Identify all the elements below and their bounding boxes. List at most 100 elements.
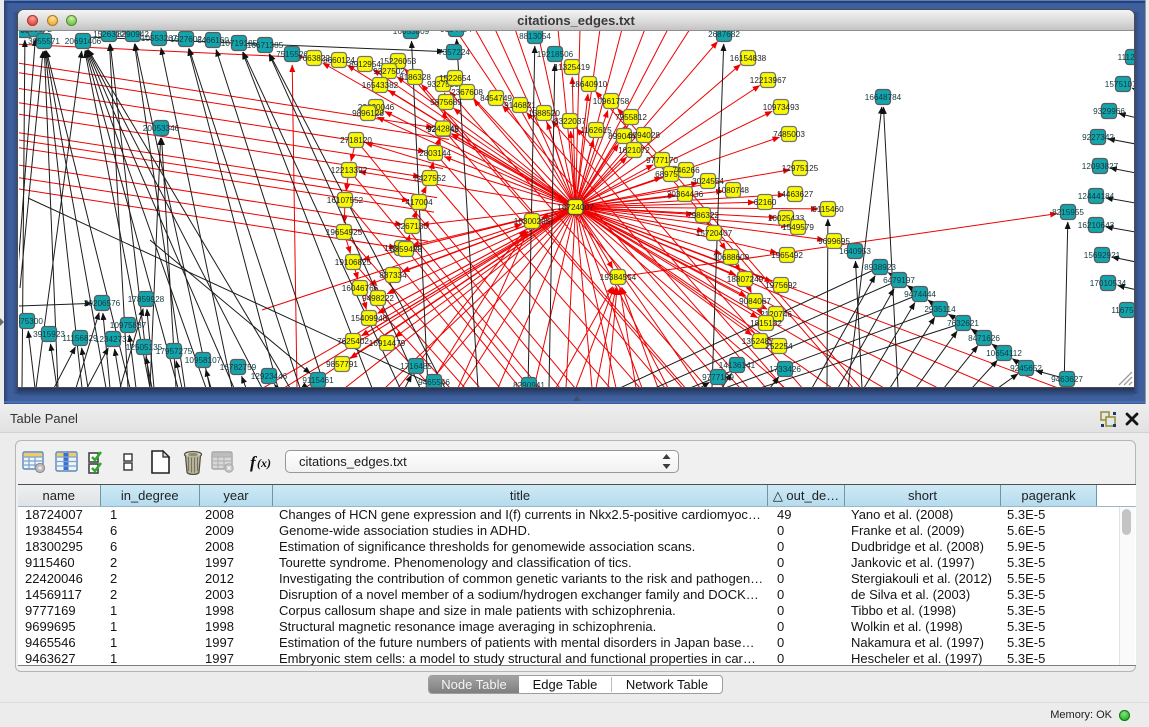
svg-text:8427552: 8427552 xyxy=(414,174,446,183)
svg-text:9896128: 9896128 xyxy=(352,109,384,118)
svg-text:19654925: 19654925 xyxy=(326,228,363,237)
svg-text:12213392: 12213392 xyxy=(331,166,368,175)
svg-text:2367608: 2367608 xyxy=(451,88,483,97)
svg-text:1675300: 1675300 xyxy=(19,317,43,326)
svg-text:9474444: 9474444 xyxy=(904,290,936,299)
svg-text:16782759: 16782759 xyxy=(220,363,257,372)
svg-text:17957275: 17957275 xyxy=(156,347,193,356)
svg-text:9463627: 9463627 xyxy=(1051,375,1083,384)
svg-text:10958107: 10958107 xyxy=(185,356,222,365)
svg-text:1112305: 1112305 xyxy=(1118,53,1134,62)
svg-text:9777170: 9777170 xyxy=(646,156,678,165)
svg-text:14463627: 14463627 xyxy=(777,190,814,199)
svg-text:18724007: 18724007 xyxy=(557,203,594,212)
svg-text:10654112: 10654112 xyxy=(986,349,1022,358)
svg-text:9329966: 9329966 xyxy=(1093,107,1125,116)
svg-text:2803144: 2803144 xyxy=(419,149,451,158)
svg-text:9857791: 9857791 xyxy=(326,360,358,369)
svg-text:7632621: 7632621 xyxy=(947,319,979,328)
svg-text:5359423: 5359423 xyxy=(390,245,422,254)
svg-text:10961758: 10961758 xyxy=(593,97,630,106)
svg-text:3055571: 3055571 xyxy=(28,37,60,46)
svg-text:9245652: 9245652 xyxy=(1010,364,1042,373)
svg-text:7625402: 7625402 xyxy=(337,337,369,346)
svg-text:18807249: 18807249 xyxy=(727,275,764,284)
svg-text:10975887: 10975887 xyxy=(110,321,147,330)
svg-text:1733426: 1733426 xyxy=(769,365,801,374)
svg-text:20206576: 20206576 xyxy=(84,299,121,308)
svg-text:20053346: 20053346 xyxy=(143,124,180,133)
svg-text:10688609: 10688609 xyxy=(713,253,750,262)
svg-text:3024554: 3024554 xyxy=(692,177,724,186)
svg-text:19384554: 19384554 xyxy=(600,273,637,282)
svg-text:2935114: 2935114 xyxy=(924,305,956,314)
svg-text:12213967: 12213967 xyxy=(750,76,787,85)
svg-text:3267130: 3267130 xyxy=(396,222,428,231)
svg-text:8813054: 8813054 xyxy=(519,32,551,41)
svg-text:18640910: 18640910 xyxy=(571,80,608,89)
svg-text:14136141: 14136141 xyxy=(719,361,756,370)
svg-text:16671385: 16671385 xyxy=(247,41,284,50)
svg-text:16648784: 16648784 xyxy=(865,93,902,102)
svg-text:9699695: 9699695 xyxy=(818,237,850,246)
svg-text:16107552: 16107552 xyxy=(327,196,364,205)
svg-text:1522654: 1522654 xyxy=(439,74,471,83)
svg-text:12923446: 12923446 xyxy=(251,372,288,381)
svg-text:1815132: 1815132 xyxy=(750,319,782,328)
svg-text:19106825: 19106825 xyxy=(335,258,372,267)
svg-text:1549579: 1549579 xyxy=(782,223,814,232)
svg-text:15720407: 15720407 xyxy=(696,229,733,238)
svg-text:9242849: 9242849 xyxy=(427,125,459,134)
svg-text:1640953: 1640953 xyxy=(839,247,871,256)
svg-text:7955812: 7955812 xyxy=(615,113,647,122)
svg-text:9084067: 9084067 xyxy=(739,297,771,306)
svg-text:10973493: 10973493 xyxy=(763,103,800,112)
svg-text:16914479: 16914479 xyxy=(369,339,406,348)
svg-text:9115460: 9115460 xyxy=(812,205,844,214)
svg-text:8290941: 8290941 xyxy=(513,381,545,387)
svg-text:887334: 887334 xyxy=(379,271,407,280)
svg-text:12444184: 12444184 xyxy=(1078,192,1115,201)
svg-text:15751074: 15751074 xyxy=(1105,80,1134,89)
svg-text:5875685: 5875685 xyxy=(430,98,462,107)
svg-text:746266: 746266 xyxy=(672,166,700,175)
svg-text:9227342: 9227342 xyxy=(1082,133,1114,142)
svg-text:19218506: 19218506 xyxy=(537,50,574,59)
svg-text:16210643: 16210643 xyxy=(1078,221,1115,230)
svg-text:8471626: 8471626 xyxy=(968,334,1000,343)
svg-text:9777169: 9777169 xyxy=(702,373,734,382)
svg-text:1965492: 1965492 xyxy=(771,251,803,260)
svg-text:8322037: 8322037 xyxy=(554,117,586,126)
svg-text:9115461: 9115461 xyxy=(302,376,334,385)
svg-text:3915923: 3915923 xyxy=(33,330,65,339)
svg-text:1167530: 1167530 xyxy=(1111,306,1134,315)
svg-text:6794028: 6794028 xyxy=(628,131,660,140)
svg-text:252254: 252254 xyxy=(765,342,793,351)
svg-text:11325419: 11325419 xyxy=(554,63,590,72)
svg-text:1716485: 1716485 xyxy=(400,362,432,371)
svg-text:16053809: 16053809 xyxy=(393,31,430,36)
svg-text:16543382: 16543382 xyxy=(362,81,399,90)
svg-text:1080748: 1080748 xyxy=(717,186,749,195)
svg-text:9465546: 9465546 xyxy=(418,378,450,387)
svg-text:15692921: 15692921 xyxy=(1084,251,1121,260)
svg-text:62160: 62160 xyxy=(754,198,777,207)
svg-text:8215955: 8215955 xyxy=(1052,208,1084,217)
svg-text:12093827: 12093827 xyxy=(1082,162,1119,171)
svg-text:7986322: 7986322 xyxy=(687,211,719,220)
svg-text:7485003: 7485003 xyxy=(773,130,805,139)
svg-text:11156829: 11156829 xyxy=(62,334,98,343)
svg-text:1621072: 1621072 xyxy=(618,146,650,155)
svg-text:18300295: 18300295 xyxy=(514,217,551,226)
svg-text:417004: 417004 xyxy=(405,198,433,207)
svg-text:12975125: 12975125 xyxy=(782,164,819,173)
svg-text:17859928: 17859928 xyxy=(128,295,165,304)
svg-text:17010534: 17010534 xyxy=(1090,279,1127,288)
svg-text:(x): (x) xyxy=(257,456,271,470)
svg-text:20364436: 20364436 xyxy=(667,190,704,199)
svg-text:2718120: 2718120 xyxy=(340,136,372,145)
svg-text:1975692: 1975692 xyxy=(765,281,797,290)
svg-text:15409948: 15409948 xyxy=(351,314,388,323)
svg-text:6479197: 6479197 xyxy=(883,276,915,285)
svg-text:7357224: 7357224 xyxy=(438,48,470,57)
